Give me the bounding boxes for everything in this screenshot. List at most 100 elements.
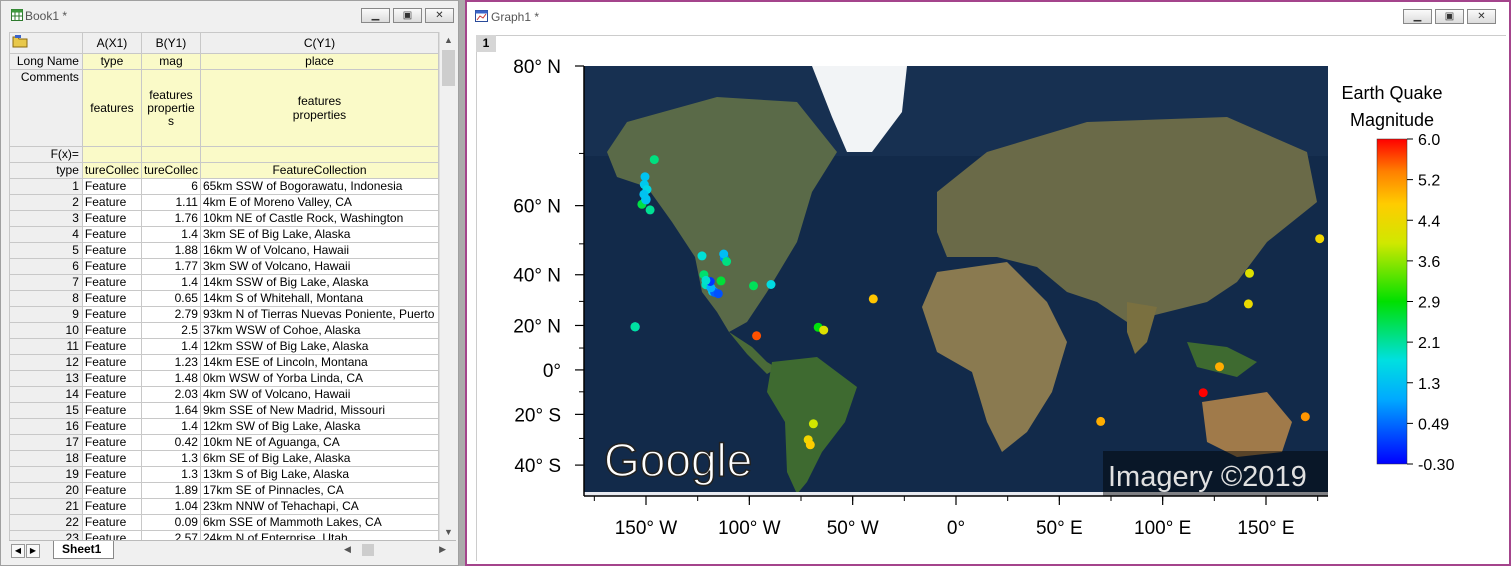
table-row[interactable]: 17 Feature 0.42 10km NE of Aguanga, CA — [9, 434, 439, 451]
next-sheet-icon[interactable]: ▶ — [26, 544, 40, 558]
mag-value-cell[interactable]: 1.4 — [140, 274, 201, 291]
row-number[interactable]: 4 — [9, 226, 83, 243]
row-number[interactable]: 13 — [9, 370, 83, 387]
quake-point[interactable] — [1215, 362, 1224, 372]
table-row[interactable]: 3 Feature 1.76 10km NE of Castle Rock, Wash… — [9, 210, 439, 227]
type-value-cell[interactable]: Feature — [81, 530, 142, 540]
row-number[interactable]: 8 — [9, 290, 83, 307]
table-row[interactable]: 4 Feature 1.4 3km SE of Big Lake, Alaska — [9, 226, 439, 243]
mag-value-cell[interactable]: 2.57 — [140, 530, 201, 540]
worksheet-grid[interactable]: A(X1) B(Y1) C(Y1) Long Name type mag pla… — [9, 32, 439, 540]
type-value-cell[interactable]: Feature — [81, 466, 142, 483]
quake-point[interactable] — [752, 331, 762, 341]
fx-cell[interactable] — [199, 146, 439, 163]
quake-point[interactable] — [766, 280, 776, 289]
mag-value-cell[interactable]: 1.11 — [140, 194, 201, 211]
scroll-down-icon[interactable]: ▼ — [440, 524, 457, 540]
type-value-cell[interactable]: Feature — [81, 434, 142, 451]
row-number[interactable]: 11 — [9, 338, 83, 355]
quake-point[interactable] — [701, 275, 711, 285]
quake-point[interactable] — [716, 276, 726, 286]
type-value-cell[interactable]: Feature — [81, 418, 142, 435]
place-value-cell[interactable]: 14km ESE of Lincoln, Montana — [199, 354, 439, 371]
scroll-up-icon[interactable]: ▲ — [440, 32, 457, 48]
fx-cell[interactable] — [140, 146, 201, 163]
row-number[interactable]: 7 — [9, 274, 83, 291]
sheet-corner[interactable] — [9, 32, 83, 54]
table-row[interactable]: 5 Feature 1.88 16km W of Volcano, Hawaii — [9, 242, 439, 259]
table-row[interactable]: 12 Feature 1.23 14km ESE of Lincoln, Montan… — [9, 354, 439, 371]
table-row[interactable]: 23 Feature 2.57 24km N of Enterprise, Utah — [9, 530, 439, 540]
quake-point[interactable] — [645, 205, 655, 215]
place-value-cell[interactable]: 16km W of Volcano, Hawaii — [199, 242, 439, 259]
scroll-left-icon[interactable]: ◀ — [344, 544, 351, 555]
table-row[interactable]: 2 Feature 1.11 4km E of Moreno Valley, CA — [9, 194, 439, 211]
type-value-cell[interactable]: Feature — [81, 338, 142, 355]
row-number[interactable]: 19 — [9, 466, 83, 483]
mag-value-cell[interactable]: 1.4 — [140, 226, 201, 243]
comments-cell[interactable]: features — [81, 69, 142, 147]
vertical-scrollbar[interactable]: ▲ ▼ — [439, 32, 457, 540]
type-value-cell[interactable]: Feature — [81, 514, 142, 531]
type-value-cell[interactable]: Feature — [81, 482, 142, 499]
mag-value-cell[interactable]: 1.77 — [140, 258, 201, 275]
quake-point[interactable] — [649, 155, 659, 165]
mag-value-cell[interactable]: 1.89 — [140, 482, 201, 499]
quake-point[interactable] — [630, 322, 640, 332]
row-number[interactable]: 9 — [9, 306, 83, 323]
table-row[interactable]: 11 Feature 1.4 12km SSW of Big Lake, Alaska — [9, 338, 439, 355]
type-value-cell[interactable]: Feature — [81, 370, 142, 387]
horizontal-scroll-thumb[interactable] — [362, 544, 374, 556]
place-value-cell[interactable]: 0km WSW of Yorba Linda, CA — [199, 370, 439, 387]
row-number[interactable]: 23 — [9, 530, 83, 540]
table-row[interactable]: 20 Feature 1.89 17km SE of Pinnacles, CA — [9, 482, 439, 499]
mag-value-cell[interactable]: 2.03 — [140, 386, 201, 403]
mag-value-cell[interactable]: 1.76 — [140, 210, 201, 227]
mag-value-cell[interactable]: 1.3 — [140, 466, 201, 483]
table-row[interactable]: 9 Feature 2.79 93km N of Tierras Nuevas Pon… — [9, 306, 439, 323]
comments-cell[interactable]: features properties — [199, 69, 439, 147]
place-value-cell[interactable]: 4km E of Moreno Valley, CA — [199, 194, 439, 211]
mag-value-cell[interactable]: 2.79 — [140, 306, 201, 323]
place-value-cell[interactable]: 65km SSW of Bogorawatu, Indonesia — [199, 178, 439, 195]
table-row[interactable]: 8 Feature 0.65 14km S of Whitehall, Montana — [9, 290, 439, 307]
type-value-cell[interactable]: Feature — [81, 498, 142, 515]
mag-value-cell[interactable]: 1.4 — [140, 338, 201, 355]
row-number[interactable]: 20 — [9, 482, 83, 499]
place-value-cell[interactable]: 14km S of Whitehall, Montana — [199, 290, 439, 307]
mag-value-cell[interactable]: 6 — [140, 178, 201, 195]
type-value-cell[interactable]: Feature — [81, 258, 142, 275]
row-number[interactable]: 5 — [9, 242, 83, 259]
mag-value-cell[interactable]: 1.23 — [140, 354, 201, 371]
type-value-cell[interactable]: Feature — [81, 386, 142, 403]
place-value-cell[interactable]: 23km NNW of Tehachapi, CA — [199, 498, 439, 515]
world-map-scatter-chart[interactable]: Google Imagery ©2019 150° W 100° W 50° W 0°… — [467, 2, 1509, 564]
row-number[interactable]: 3 — [9, 210, 83, 227]
quake-point[interactable] — [868, 294, 878, 304]
quake-point[interactable] — [722, 257, 732, 266]
row-number[interactable]: 1 — [9, 178, 83, 195]
colorbar[interactable]: Earth Quake Magnitude 6.0 5.2 4.4 3.6 2.9 2.1 1.… — [1341, 83, 1454, 474]
place-value-cell[interactable]: 9km SSE of New Madrid, Missouri — [199, 402, 439, 419]
place-value-cell[interactable]: 24km N of Enterprise, Utah — [199, 530, 439, 540]
place-value-cell[interactable]: 37km WSW of Cohoe, Alaska — [199, 322, 439, 339]
quake-point[interactable] — [1300, 412, 1310, 422]
table-row[interactable]: 19 Feature 1.3 13km S of Big Lake, Alaska — [9, 466, 439, 483]
quake-point[interactable] — [1096, 416, 1106, 426]
type-value-cell[interactable]: Feature — [81, 322, 142, 339]
horizontal-scrollbar[interactable]: ◀ ▶ — [344, 543, 446, 557]
quake-point[interactable] — [1243, 299, 1253, 309]
quake-point[interactable] — [640, 172, 650, 182]
type-value-cell[interactable]: Feature — [81, 290, 142, 307]
book-window[interactable]: Book1 * ▁ ▣ ✕ A(X1) B(Y1) C(Y1) Long Nam… — [0, 0, 459, 566]
long-name-cell[interactable]: place — [199, 53, 439, 70]
quake-point[interactable] — [697, 251, 707, 261]
type-value-cell[interactable]: Feature — [81, 354, 142, 371]
table-row[interactable]: 15 Feature 1.64 9km SSE of New Madrid, Miss… — [9, 402, 439, 419]
place-value-cell[interactable]: 4km SW of Volcano, Hawaii — [199, 386, 439, 403]
quake-point[interactable] — [713, 289, 723, 299]
place-value-cell[interactable]: 3km SW of Volcano, Hawaii — [199, 258, 439, 275]
mag-value-cell[interactable]: 0.42 — [140, 434, 201, 451]
mag-value-cell[interactable]: 1.04 — [140, 498, 201, 515]
row-number[interactable]: 10 — [9, 322, 83, 339]
